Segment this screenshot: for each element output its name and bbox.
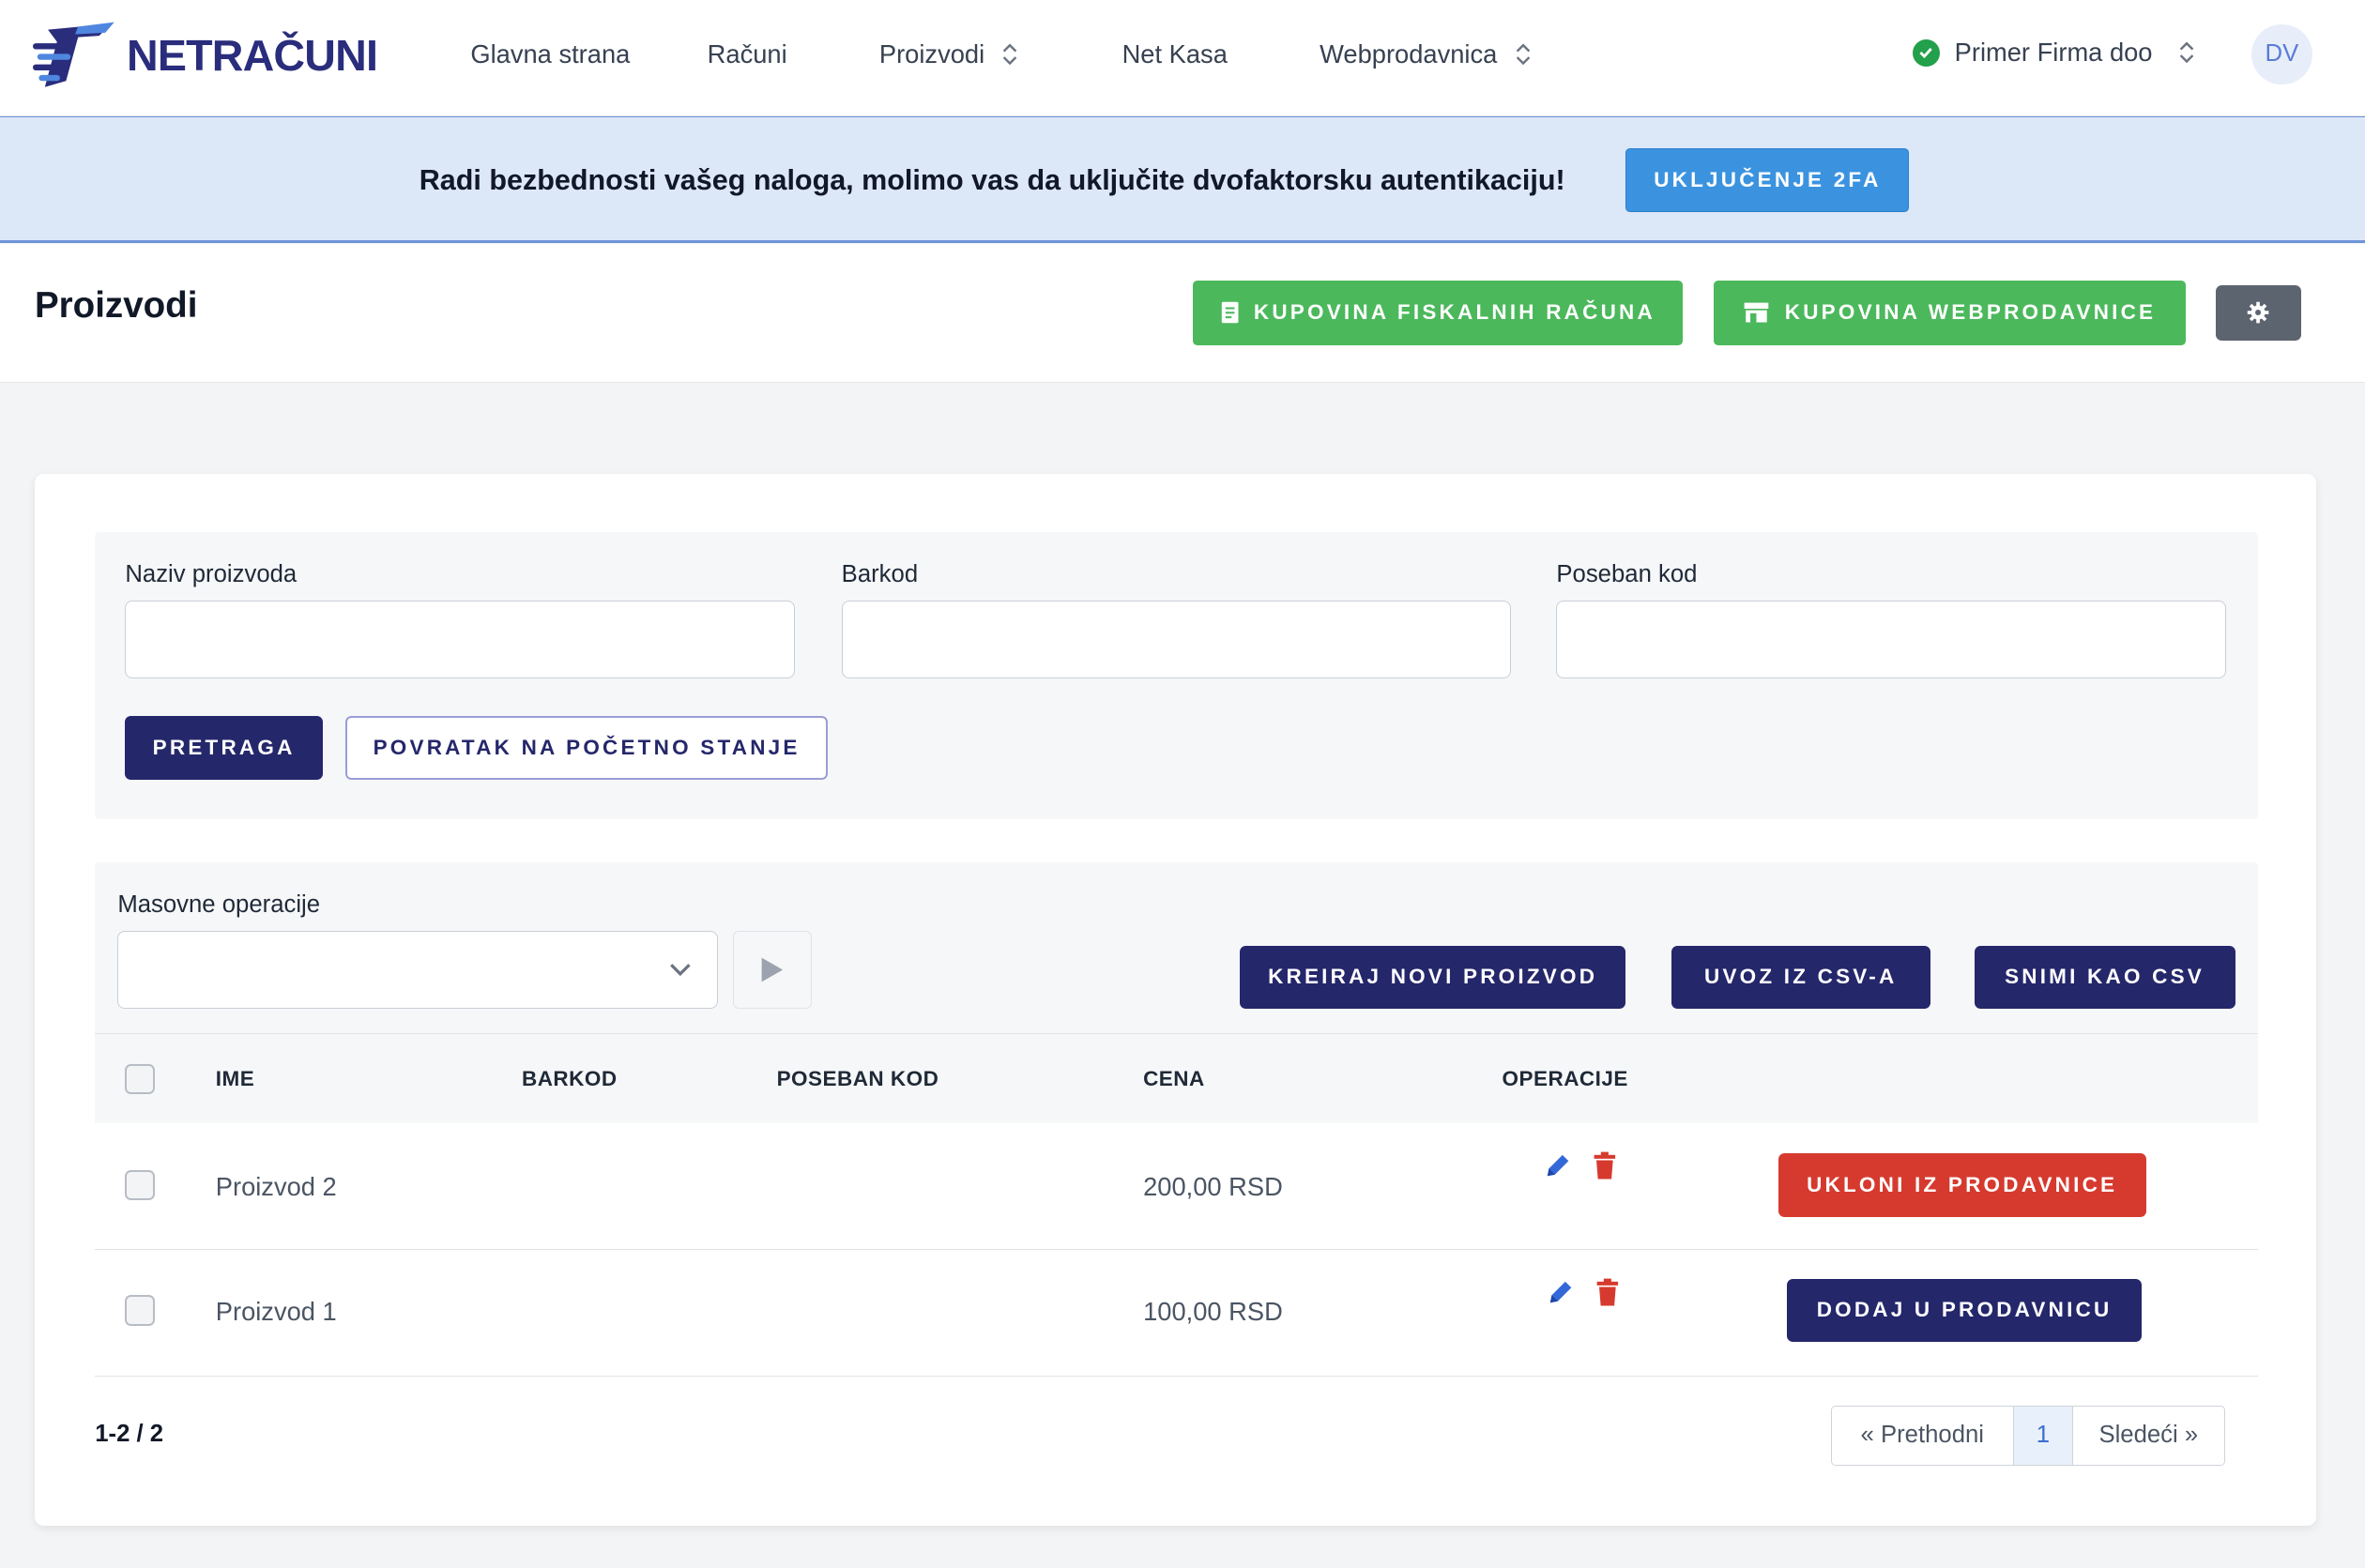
table-header: IME BARKOD POSEBAN KOD CENA OPERACIJE [95,1032,2258,1124]
avatar[interactable]: DV [2251,23,2312,84]
products-card: Naziv proizvoda Barkod Poseban kod PRETR… [34,473,2317,1527]
store-icon [1744,302,1769,323]
banner-message: Radi bezbednosti vašeg naloga, molimo va… [419,163,1565,196]
trash-icon[interactable] [1593,1150,1617,1180]
buy-webshop-label: KUPOVINA WEBPRODAVNICE [1784,300,2157,325]
pagination-page-current[interactable]: 1 [2012,1406,2073,1465]
nav-item-label: Proizvodi [878,38,985,69]
barcode-input[interactable] [841,600,1512,679]
barcode-label: Barkod [841,560,919,587]
brand-name: NETRAČUNI [126,31,378,81]
nav-item-net-kasa[interactable]: Net Kasa [1122,39,1228,69]
run-bulk-operation-button[interactable] [732,930,812,1010]
special-code-label: Poseban kod [1556,560,1698,587]
gear-icon [2248,302,2269,324]
chevron-down-icon [670,963,692,976]
chevron-up-down-icon [2180,41,2194,64]
bulk-operations-label: Masovne operacije [117,891,321,918]
product-price: 200,00 RSD [1143,1171,1283,1201]
enable-2fa-button[interactable]: UKLJUČENJE 2FA [1625,148,1910,212]
column-price: CENA [1143,1067,1205,1091]
special-code-input[interactable] [1556,600,2226,679]
company-name: Primer Firma doo [1954,38,2153,68]
row-checkbox[interactable] [125,1295,156,1326]
buy-webshop-button[interactable]: KUPOVINA WEBPRODAVNICE [1713,280,2186,345]
product-price: 100,00 RSD [1143,1297,1283,1326]
reset-button[interactable]: POVRATAK NA POČETNO STANJE [344,716,829,780]
company-switcher[interactable]: Primer Firma doo [1912,38,2195,68]
logo-icon [33,23,115,88]
nav-item-label: Glavna strana [470,38,631,69]
filter-panel: Naziv proizvoda Barkod Poseban kod PRETR… [95,532,2258,819]
nav-item-home[interactable]: Glavna strana [470,39,630,69]
buy-fiscal-label: KUPOVINA FISKALNIH RAČUNA [1253,300,1656,325]
pagination-next[interactable]: Sledeći » [2072,1406,2224,1465]
nav-item-invoices[interactable]: Računi [708,39,787,69]
product-name: Proizvod 1 [215,1297,337,1326]
buy-fiscal-receipts-button[interactable]: KUPOVINA FISKALNIH RAČUNA [1193,280,1684,345]
product-name-input[interactable] [125,600,795,679]
page-header: Proizvodi KUPOVINA FISKALNIH RAČUNA KUPO… [0,244,2365,384]
bulk-operations-panel: Masovne operacije KREIRAJ NOVI PROIZVOD … [95,862,2258,1033]
nav-item-label: Webprodavnica [1320,38,1498,69]
column-special-code: POSEBAN KOD [776,1067,939,1091]
column-name: IME [215,1067,255,1091]
check-circle-icon [1912,38,1940,67]
settings-button[interactable] [2215,284,2302,342]
pagination-prev[interactable]: « Prethodni [1831,1406,2013,1465]
nav-item-label: Računi [707,38,787,69]
select-all-checkbox[interactable] [125,1063,156,1095]
play-icon [761,957,783,982]
page-title: Proizvodi [34,284,198,326]
chevron-up-down-icon [1003,43,1017,66]
results-count: 1-2 / 2 [95,1420,164,1447]
remove-from-store-button[interactable]: UKLONI IZ PRODAVNICE [1778,1153,2146,1217]
product-name: Proizvod 2 [215,1171,337,1201]
pagination: « Prethodni 1 Sledeći » [1830,1405,2225,1466]
import-csv-button[interactable]: UVOZ IZ CSV-A [1671,945,1930,1010]
search-button[interactable]: PRETRAGA [125,716,323,780]
chevron-up-down-icon [1516,43,1530,66]
nav-item-label: Net Kasa [1121,38,1228,69]
brand-logo[interactable]: NETRAČUNI [33,18,395,93]
row-checkbox[interactable] [125,1170,156,1201]
column-barcode: BARKOD [521,1067,618,1091]
nav-item-products[interactable]: Proizvodi [879,39,1018,69]
add-to-store-button[interactable]: DODAJ U PRODAVNICU [1787,1278,2142,1343]
trash-icon[interactable] [1595,1277,1620,1307]
table-row: Proizvod 1 100,00 RSD DODAJ U PRODAVNICU [95,1250,2258,1378]
receipt-icon [1221,302,1239,324]
product-name-label: Naziv proizvoda [125,560,298,587]
bulk-operations-select[interactable] [117,930,718,1010]
column-operations: OPERACIJE [1502,1067,1628,1091]
create-product-button[interactable]: KREIRAJ NOVI PROIZVOD [1239,945,1626,1010]
edit-pencil-icon[interactable] [1546,1277,1576,1307]
top-navbar: NETRAČUNI Glavna strana Računi Proizvodi… [0,0,2365,116]
edit-pencil-icon[interactable] [1543,1150,1573,1180]
nav-item-webshop[interactable]: Webprodavnica [1320,39,1531,69]
security-banner: Radi bezbednosti vašeg naloga, molimo va… [0,115,2365,243]
export-csv-button[interactable]: SNIMI KAO CSV [1974,945,2235,1010]
table-row: Proizvod 2 200,00 RSD UKLONI IZ PRODAVNI… [95,1123,2258,1251]
